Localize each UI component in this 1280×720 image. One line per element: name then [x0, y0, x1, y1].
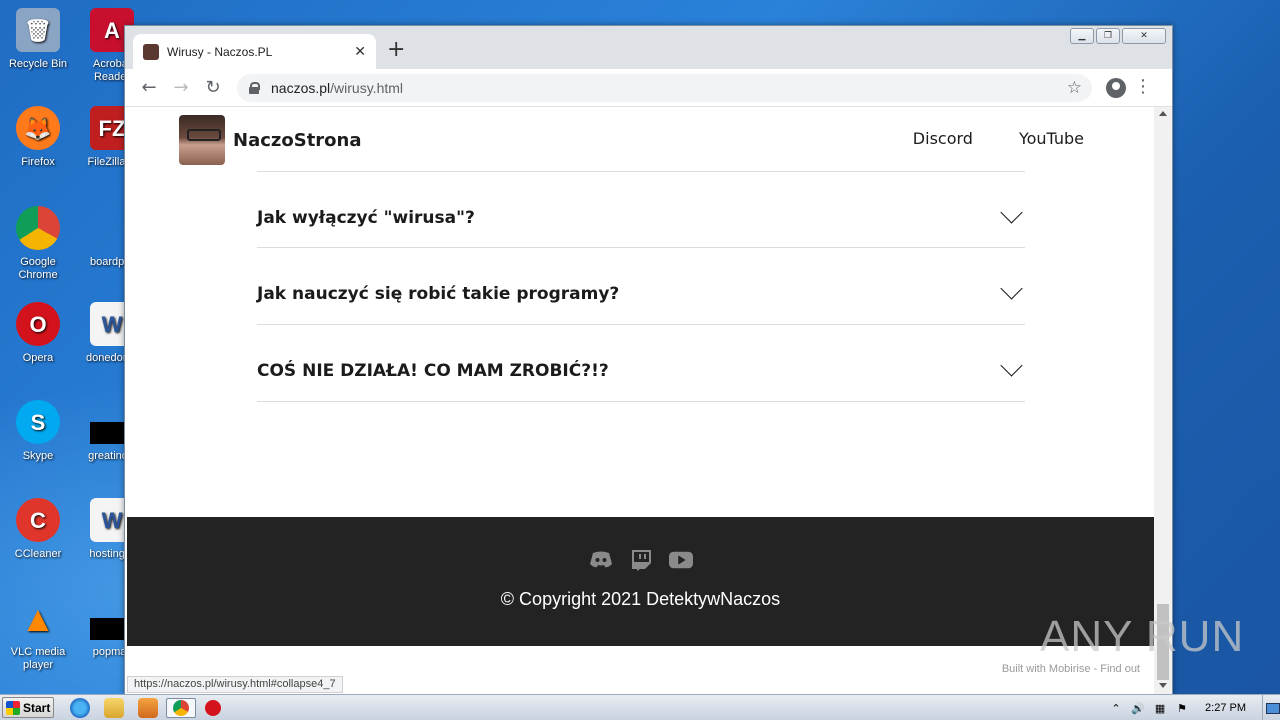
browser-tab[interactable]: Wirusy - Naczos.PL ✕: [133, 34, 376, 69]
nav-link-discord[interactable]: Discord: [913, 129, 973, 148]
windows-logo-icon: [6, 700, 20, 715]
skype-icon: S: [16, 400, 60, 444]
chrome-icon: [16, 206, 60, 250]
window-controls: ▁ ❐ ✕: [1070, 28, 1166, 44]
link-status-bar: https://naczos.pl/wirusy.html#collapse4_…: [127, 676, 343, 693]
chrome-taskbar-icon[interactable]: [166, 698, 196, 718]
system-tray: ⌃ 🔊 ▦ ⚑ 2:27 PM: [1109, 695, 1280, 720]
favicon-icon: [143, 43, 159, 60]
faq-item[interactable]: Jak wyłączyć "wirusa"?: [257, 171, 1025, 248]
chevron-down-icon[interactable]: [1001, 283, 1023, 305]
address-bar[interactable]: naczos.pl/wirusy.html ☆: [237, 74, 1092, 102]
bookmark-star-icon[interactable]: ☆: [1067, 78, 1082, 98]
site-navbar: NaczoStrona Discord YouTube: [127, 107, 1154, 171]
anyrun-watermark: ANY RUN: [1040, 612, 1245, 661]
faq-accordion: Jak wyłączyć "wirusa"? Jak nauczyć się r…: [257, 171, 1025, 402]
volume-icon[interactable]: 🔊: [1131, 701, 1145, 715]
reload-button[interactable]: ↻: [199, 74, 227, 102]
network-icon[interactable]: ▦: [1153, 701, 1167, 715]
page-viewport: NaczoStrona Discord YouTube Jak wyłączyć…: [127, 107, 1154, 694]
nav-link-youtube[interactable]: YouTube: [1019, 129, 1084, 148]
browser-menu-icon[interactable]: ⋮: [1134, 77, 1152, 97]
start-label: Start: [23, 700, 51, 715]
discord-icon[interactable]: [589, 549, 613, 571]
faq-question[interactable]: COŚ NIE DZIAŁA! CO MAM ZROBIĆ?!?: [257, 361, 609, 381]
window-close-button[interactable]: ✕: [1122, 28, 1166, 44]
tab-close-icon[interactable]: ✕: [354, 43, 366, 60]
action-center-icon[interactable]: ⚑: [1175, 701, 1189, 715]
site-brand[interactable]: NaczoStrona: [179, 115, 362, 165]
minimize-button[interactable]: ▁: [1070, 28, 1094, 44]
browser-toolbar: ← → ↻ naczos.pl/wirusy.html ☆ ⋮: [125, 69, 1172, 107]
opera-taskbar-icon[interactable]: [205, 700, 221, 716]
faq-question[interactable]: Jak wyłączyć "wirusa"?: [257, 208, 475, 228]
faq-question[interactable]: Jak nauczyć się robić takie programy?: [257, 284, 619, 304]
recycle-bin-icon: 🗑: [16, 8, 60, 52]
scroll-up-icon[interactable]: [1159, 111, 1167, 116]
desktop-icon-label: Skype: [22, 450, 54, 462]
url-path: /wirusy.html: [330, 80, 404, 96]
maximize-button[interactable]: ❐: [1096, 28, 1120, 44]
twitch-icon[interactable]: [629, 549, 653, 571]
social-links: [127, 549, 1154, 571]
desktop-icon-label: Firefox: [21, 156, 55, 168]
site-footer: © Copyright 2021 DetektywNaczos: [127, 517, 1154, 646]
faq-item[interactable]: Jak nauczyć się robić takie programy?: [257, 248, 1025, 325]
ccleaner-icon: C: [16, 498, 60, 542]
url-host: naczos.pl: [271, 80, 331, 96]
profile-avatar-icon[interactable]: [1106, 78, 1126, 98]
chevron-down-icon[interactable]: [1001, 207, 1023, 229]
faq-item[interactable]: COŚ NIE DZIAŁA! CO MAM ZROBIĆ?!?: [257, 325, 1025, 402]
desktop-icon-label: CCleaner: [14, 548, 62, 560]
chevron-down-icon[interactable]: [1001, 360, 1023, 382]
page-scrollbar[interactable]: [1154, 107, 1172, 694]
desktop-icon-skype[interactable]: S Skype: [0, 400, 76, 463]
desktop-icon-label: Opera: [22, 352, 54, 364]
desktop-icon-label: VLC media player: [10, 646, 66, 671]
chrome-icon: [173, 700, 189, 716]
forward-button[interactable]: →: [167, 74, 195, 102]
show-desktop-button[interactable]: [1262, 695, 1280, 720]
nav-links: Discord YouTube: [913, 129, 1084, 148]
tray-expand-icon[interactable]: ⌃: [1109, 701, 1123, 715]
start-button[interactable]: Start: [2, 697, 54, 718]
file-explorer-icon[interactable]: [104, 698, 124, 718]
youtube-icon[interactable]: [668, 549, 693, 571]
browser-window: Wirusy - Naczos.PL ✕ + ▁ ❐ ✕ ← → ↻ naczo…: [124, 25, 1173, 695]
desktop-icon-label: Recycle Bin: [8, 58, 68, 70]
scroll-down-icon[interactable]: [1159, 683, 1167, 688]
desktop-icon-chrome[interactable]: Google Chrome: [0, 206, 76, 282]
desktop-icon-label: Google Chrome: [18, 256, 58, 281]
desktop-icon-vlc[interactable]: ▲ VLC media player: [0, 596, 76, 672]
built-with-link[interactable]: Built with Mobirise - Find out: [1002, 663, 1140, 675]
desktop-icon-firefox[interactable]: 🦊 Firefox: [0, 106, 76, 169]
browser-titlebar: Wirusy - Naczos.PL ✕ + ▁ ❐ ✕: [125, 26, 1172, 69]
vlc-icon: ▲: [20, 597, 56, 639]
brand-logo[interactable]: [179, 115, 225, 165]
media-player-icon[interactable]: [138, 698, 158, 718]
footer-copyright: © Copyright 2021 DetektywNaczos: [500, 589, 781, 609]
clock[interactable]: 2:27 PM: [1205, 702, 1246, 714]
brand-name[interactable]: NaczoStrona: [233, 130, 362, 151]
lock-icon[interactable]: [249, 82, 260, 94]
internet-explorer-icon[interactable]: [70, 698, 90, 718]
tab-title: Wirusy - Naczos.PL: [167, 44, 273, 59]
back-button[interactable]: ←: [135, 74, 163, 102]
taskbar: Start ⌃ 🔊 ▦ ⚑ 2:27 PM: [0, 694, 1280, 720]
firefox-icon: 🦊: [16, 106, 60, 150]
desktop-icon-recycle-bin[interactable]: 🗑 Recycle Bin: [0, 8, 76, 71]
new-tab-button[interactable]: +: [387, 39, 405, 61]
desktop-icon-ccleaner[interactable]: C CCleaner: [0, 498, 76, 561]
opera-icon: O: [16, 302, 60, 346]
desktop-icon-opera[interactable]: O Opera: [0, 302, 76, 365]
